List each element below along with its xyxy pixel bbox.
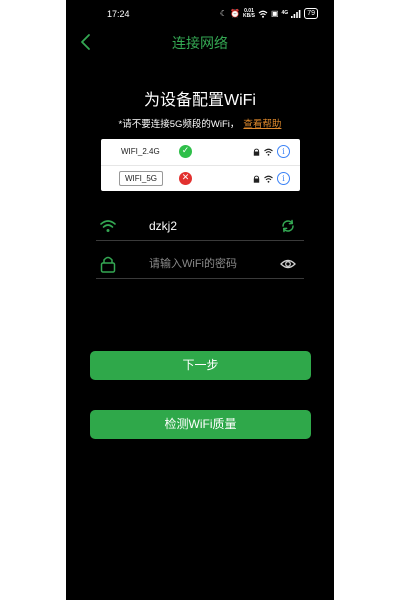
signal-network-label: 4G [281, 10, 289, 16]
phone-screen: 17:24 ☾ ⏰ 0.01 KB/S ▣ 4G 79 连接网络 为设备配置Wi… [66, 0, 334, 600]
eye-icon[interactable] [280, 257, 296, 271]
status-icons: ☾ ⏰ 0.01 KB/S ▣ 4G 79 [220, 8, 318, 19]
check-icon: ✓ [179, 145, 192, 158]
config-heading: 为设备配置WiFi [144, 92, 256, 109]
hint-line: *请不要连接5G频段的WiFi， 查看帮助 [66, 116, 334, 130]
cross-icon: ✕ [179, 172, 192, 185]
info-icon: i [277, 172, 290, 185]
example-ssid-5g: WIFI_5G [119, 171, 164, 186]
wifi-icon [264, 148, 273, 156]
wifi-icon [100, 220, 116, 232]
battery-icon: 79 [304, 8, 318, 19]
wifi-example-card: WIFI_2.4G ✓ i WIFI_5G ✕ i [101, 139, 300, 191]
refresh-icon[interactable] [280, 219, 296, 233]
moon-icon: ☾ [219, 8, 228, 18]
wifi-status-icon [258, 10, 268, 18]
example-ssid-2g: WIFI_2.4G [121, 147, 160, 156]
check-wifi-quality-button[interactable]: 检测WiFi质量 [90, 410, 311, 439]
lock-icon [100, 256, 116, 273]
status-bar: 17:24 ☾ ⏰ 0.01 KB/S ▣ 4G 79 [66, 0, 334, 28]
example-row-2g: WIFI_2.4G ✓ i [101, 139, 300, 165]
hint-text: *请不要连接5G频段的WiFi， [118, 119, 240, 130]
wifi-icon [264, 175, 273, 183]
next-step-button[interactable]: 下一步 [90, 351, 311, 380]
status-time: 17:24 [107, 9, 130, 19]
password-input[interactable] [149, 255, 269, 273]
page-title: 连接网络 [172, 35, 228, 51]
password-field[interactable] [96, 250, 304, 279]
ssid-value: dzkj2 [149, 219, 178, 233]
hd-icon: ▣ [270, 8, 279, 18]
info-icon: i [277, 145, 290, 158]
network-speed: 0.01 KB/S [243, 7, 255, 19]
lock-icon [253, 148, 260, 156]
signal-icon [291, 9, 301, 18]
alarm-icon: ⏰ [230, 8, 241, 18]
lock-icon [253, 175, 260, 183]
example-row-5g: WIFI_5G ✕ i [101, 165, 300, 191]
help-link[interactable]: 查看帮助 [243, 119, 281, 130]
ssid-field[interactable]: dzkj2 [96, 212, 304, 241]
